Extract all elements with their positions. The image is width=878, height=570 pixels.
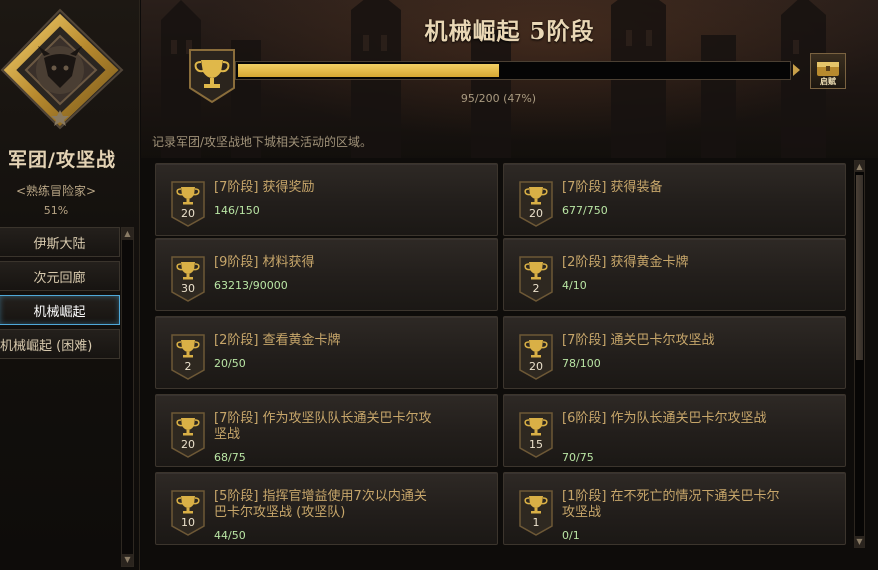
rank-label: <熟练冒险家> (15, 184, 97, 198)
achievement-points: 2 (532, 282, 540, 295)
achievement-progress: 4/10 (562, 279, 587, 292)
achievement-title: [9阶段] 材料获得 (214, 255, 315, 270)
achievement-card[interactable]: 10 [5阶段] 指挥官增益使用7次以内通关巴卡尔攻坚战 (攻坚队) 44/50 (155, 472, 498, 545)
stage-progress-bar (235, 61, 791, 80)
progress-arrow-icon (793, 64, 800, 76)
achievement-card[interactable]: 1 [1阶段] 在不死亡的情况下通关巴卡尔攻坚战 0/1 (503, 472, 846, 545)
nav-item-isys[interactable]: 伊斯大陆 (0, 227, 120, 257)
achievement-progress: 78/100 (562, 357, 601, 370)
achievement-points: 20 (181, 207, 195, 220)
achievement-title: [7阶段] 获得奖励 (214, 180, 315, 195)
achievement-card[interactable]: 20 [7阶段] 通关巴卡尔攻坚战 78/100 (503, 316, 846, 389)
stage-progress-value: 95/200 (47%) (460, 92, 537, 105)
achievement-progress: 63213/90000 (214, 279, 288, 292)
category-nav: 伊斯大陆 次元回廊 机械崛起 机械崛起 (困难) (0, 227, 120, 363)
achievement-card[interactable]: 15 [6阶段] 作为队长通关巴卡尔攻坚战 70/75 (503, 394, 846, 467)
achievement-points: 15 (529, 438, 543, 451)
sidebar: 军团/攻坚战 <熟练冒险家> 51% 伊斯大陆 次元回廊 机械崛起 机械崛起 (… (0, 0, 140, 570)
trophy-icon: 15 (518, 412, 554, 458)
trophy-icon: 1 (518, 490, 554, 536)
achievement-title: [1阶段] 在不死亡的情况下通关巴卡尔攻坚战 (562, 489, 780, 520)
scroll-down-icon[interactable]: ▼ (122, 554, 133, 566)
sidebar-scrollbar[interactable]: ▲ ▼ (121, 227, 134, 567)
achievement-points: 20 (529, 360, 543, 373)
trophy-icon: 20 (518, 181, 554, 227)
achievement-progress: 0/1 (562, 529, 580, 542)
achievement-card[interactable]: 20 [7阶段] 获得装备 677/750 (503, 163, 846, 236)
achievement-points: 20 (181, 438, 195, 451)
achievement-card[interactable]: 2 [2阶段] 查看黄金卡牌 20/50 (155, 316, 498, 389)
nav-item-dimension-corridor[interactable]: 次元回廊 (0, 261, 120, 291)
stage-progress-fill (238, 64, 499, 77)
achievement-points: 1 (532, 516, 540, 529)
achievement-progress: 70/75 (562, 451, 594, 464)
scrollbar-thumb[interactable] (856, 175, 863, 360)
trophy-icon: 10 (170, 490, 206, 536)
achievement-progress: 68/75 (214, 451, 246, 464)
achievement-card[interactable]: 20 [7阶段] 作为攻坚队队长通关巴卡尔攻坚战 68/75 (155, 394, 498, 467)
achievement-title: [7阶段] 通关巴卡尔攻坚战 (562, 333, 715, 348)
trophy-icon: 2 (170, 334, 206, 380)
nav-item-mechanical-rise-hard[interactable]: 机械崛起 (困难) (0, 329, 120, 359)
rank-percent: 51% (43, 204, 69, 217)
achievement-progress: 677/750 (562, 204, 608, 217)
achievement-list: 20 [7阶段] 获得奖励 146/150 20 [7阶段] 获得装备 677/750 30… (141, 158, 878, 570)
achievement-progress: 20/50 (214, 357, 246, 370)
achievement-points: 10 (181, 516, 195, 529)
header-banner: 机械崛起 5阶段 启赋 95/200 (47%) 记录军团/攻坚战地下城相关活动… (141, 0, 878, 160)
achievement-title: [7阶段] 作为攻坚队队长通关巴卡尔攻坚战 (214, 411, 432, 442)
achievement-card[interactable]: 20 [7阶段] 获得奖励 146/150 (155, 163, 498, 236)
achievement-points: 20 (529, 207, 543, 220)
achievement-card[interactable]: 2 [2阶段] 获得黄金卡牌 4/10 (503, 238, 846, 311)
achievement-progress: 146/150 (214, 204, 260, 217)
scroll-up-icon[interactable]: ▲ (855, 161, 864, 172)
page-title: 机械崛起 5阶段 (424, 18, 595, 45)
achievement-title: [7阶段] 获得装备 (562, 180, 663, 195)
achievement-card[interactable]: 30 [9阶段] 材料获得 63213/90000 (155, 238, 498, 311)
achievement-title: [2阶段] 查看黄金卡牌 (214, 333, 341, 348)
scroll-down-icon[interactable]: ▼ (855, 536, 864, 547)
trophy-icon: 2 (518, 256, 554, 302)
trophy-icon: 30 (170, 256, 206, 302)
scroll-up-icon[interactable]: ▲ (122, 228, 133, 240)
achievement-progress: 44/50 (214, 529, 246, 542)
reward-label: 启赋 (820, 77, 836, 86)
guild-crest-icon (0, 0, 124, 130)
category-description: 记录军团/攻坚战地下城相关活动的区域。 (152, 135, 373, 149)
category-title: 军团/攻坚战 (8, 149, 116, 171)
achievement-scrollbar[interactable]: ▲ ▼ (854, 160, 865, 548)
trophy-icon: 20 (170, 412, 206, 458)
reward-button[interactable]: 启赋 (810, 53, 846, 89)
achievement-title: [6阶段] 作为队长通关巴卡尔攻坚战 (562, 411, 767, 426)
nav-item-mechanical-rise[interactable]: 机械崛起 (0, 295, 120, 325)
stage-progress-text: 95/200 (47%) (141, 92, 878, 105)
achievement-title: [2阶段] 获得黄金卡牌 (562, 255, 689, 270)
trophy-icon: 20 (518, 334, 554, 380)
achievement-points: 2 (184, 360, 192, 373)
achievement-points: 30 (181, 282, 195, 295)
trophy-icon: 20 (170, 181, 206, 227)
achievement-title: [5阶段] 指挥官增益使用7次以内通关巴卡尔攻坚战 (攻坚队) (214, 489, 427, 520)
